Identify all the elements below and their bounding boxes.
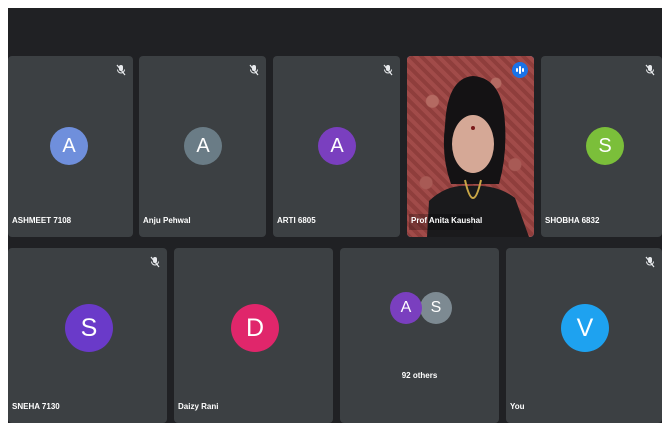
avatar: S [420, 292, 452, 324]
audio-level-icon [512, 62, 528, 78]
participant-name: SHOBHA 6832 [545, 216, 600, 225]
participant-tile[interactable]: D Daizy Rani [174, 248, 333, 423]
participant-tile[interactable]: S SNEHA 7130 [8, 248, 167, 423]
video-feed [407, 56, 534, 237]
avatar-initial: S [80, 313, 98, 342]
mic-off-icon [382, 64, 394, 76]
mic-off-icon [644, 64, 656, 76]
avatar-initial: A [196, 134, 210, 157]
avatar: A [50, 127, 88, 165]
mic-off-icon [248, 64, 260, 76]
participant-name: Daizy Rani [178, 402, 219, 411]
avatar-initial: A [400, 299, 412, 316]
avatar: S [65, 304, 113, 352]
participant-tile[interactable]: A Anju Pehwal [139, 56, 266, 237]
participant-name: Prof Anita Kaushal [411, 216, 483, 225]
participant-tile[interactable]: A ARTI 6805 [273, 56, 400, 237]
participant-tile-speaker[interactable]: Prof Anita Kaushal [407, 56, 534, 237]
avatar: D [231, 304, 279, 352]
avatar: V [561, 304, 609, 352]
top-bar [8, 8, 662, 56]
avatar-initial: S [430, 299, 442, 316]
avatar: A [390, 292, 422, 324]
participant-name: Anju Pehwal [143, 216, 191, 225]
avatar: A [184, 127, 222, 165]
mic-off-icon [644, 256, 656, 268]
mic-off-icon [149, 256, 161, 268]
avatar-initial: D [245, 313, 265, 342]
avatar-initial: A [330, 134, 344, 157]
participant-tile-self[interactable]: V You [506, 248, 662, 423]
participant-name: SNEHA 7130 [12, 402, 60, 411]
avatar: S [586, 127, 624, 165]
participant-tile[interactable]: A ASHMEET 7108 [8, 56, 133, 237]
others-tile[interactable]: A S 92 others [340, 248, 499, 423]
avatar-initial: S [598, 134, 612, 157]
participant-name: ARTI 6805 [277, 216, 316, 225]
participant-name: ASHMEET 7108 [12, 216, 72, 225]
avatar-initial: V [576, 313, 594, 342]
meeting-stage: A ASHMEET 7108 A Anju Pehwal A ARTI 6805 [8, 8, 662, 423]
others-count-label: 92 others [401, 371, 438, 380]
participant-name: You [510, 402, 525, 411]
participant-tile[interactable]: S SHOBHA 6832 [541, 56, 662, 237]
mic-off-icon [115, 64, 127, 76]
avatar: A [318, 127, 356, 165]
avatar-initial: A [62, 134, 76, 157]
